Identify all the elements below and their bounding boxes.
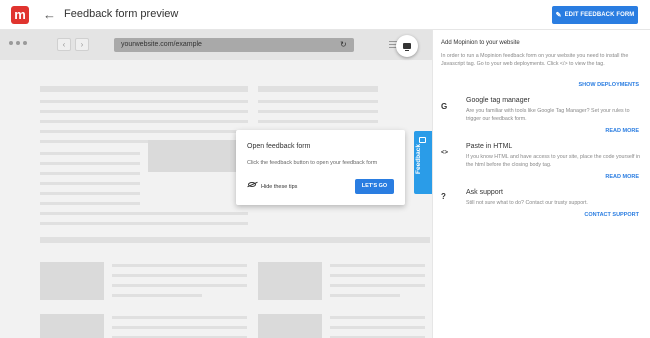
html-title: Paste in HTML (466, 143, 513, 150)
monitor-icon (403, 43, 411, 51)
html-read-more-link[interactable]: READ MORE (605, 174, 639, 180)
sidebar-heading: Add Mopinion to your website (441, 40, 520, 46)
show-deployments-link[interactable]: SHOW DEPLOYMENTS (578, 82, 639, 88)
tip-text: Click the feedback button to open your f… (247, 160, 378, 166)
feedback-tip-popover: Open feedback form Click the feedback bu… (236, 130, 405, 205)
support-title: Ask support (466, 189, 503, 196)
install-sidebar: Add Mopinion to your website In order to… (432, 30, 650, 338)
tip-title: Open feedback form (247, 143, 311, 150)
browser-back-button[interactable]: ‹ (57, 38, 71, 51)
top-bar: m ← Feedback form preview ✎ EDIT FEEDBAC… (0, 0, 650, 30)
contact-support-link[interactable]: CONTACT SUPPORT (584, 212, 639, 218)
feedback-tab-button[interactable]: Feedback (414, 131, 432, 194)
device-toggle-button[interactable] (396, 35, 418, 57)
browser-forward-button[interactable]: › (75, 38, 89, 51)
window-dots-icon (9, 41, 27, 45)
html-description: If you know HTML and have access to your… (466, 154, 641, 168)
page-title: Feedback form preview (64, 8, 179, 20)
lets-go-button[interactable]: LET'S GO (355, 179, 394, 194)
support-description: Still not sure what to do? Contact our t… (466, 200, 588, 206)
url-bar[interactable]: yourwebsite.com/example (114, 38, 354, 52)
pencil-icon: ✎ (555, 12, 562, 19)
gtm-read-more-link[interactable]: READ MORE (605, 128, 639, 134)
support-icon: ? (441, 192, 446, 201)
eye-off-icon[interactable] (248, 182, 256, 187)
back-arrow-icon[interactable]: ← (43, 6, 56, 24)
google-icon: G (441, 102, 448, 111)
gtm-title: Google tag manager (466, 97, 530, 104)
mopinion-logo[interactable]: m (11, 6, 29, 24)
reload-icon[interactable]: ↻ (340, 40, 347, 50)
hide-tips-link[interactable]: Hide these tips (261, 184, 297, 190)
edit-feedback-form-button[interactable]: ✎ EDIT FEEDBACK FORM (552, 6, 638, 24)
browser-toolbar: ‹ › yourwebsite.com/example ↻ (0, 30, 432, 60)
sidebar-intro: In order to run a Mopinion feedback form… (441, 53, 629, 67)
edit-feedback-form-label: EDIT FEEDBACK FORM (564, 12, 635, 18)
code-icon: <> (441, 150, 449, 156)
feedback-tab-label: Feedback (415, 144, 422, 174)
gtm-description: Are you familiar with tools like Google … (466, 108, 630, 122)
